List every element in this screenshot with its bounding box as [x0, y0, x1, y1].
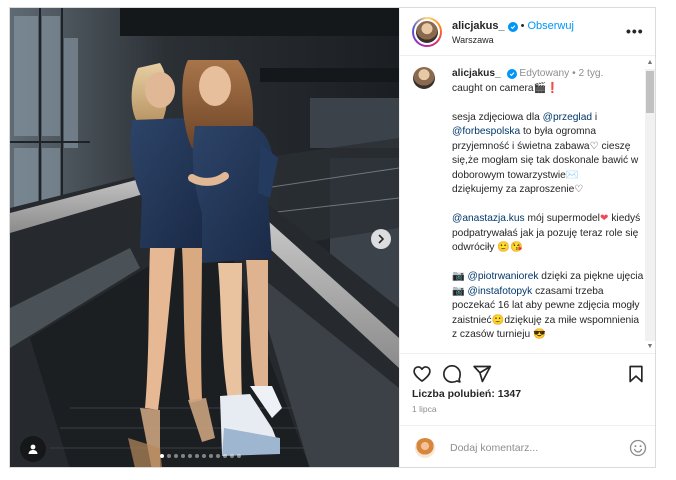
scrollbar-thumb[interactable]	[646, 71, 654, 113]
scroll-down-arrow[interactable]: ▼	[644, 341, 655, 353]
comment-input[interactable]	[450, 438, 610, 458]
photo-scene	[10, 8, 399, 467]
sunglasses-emoji-icon: 😎	[532, 329, 546, 340]
carousel-dot	[216, 454, 220, 458]
meta-separator: •	[572, 68, 576, 79]
carousel-dot	[223, 454, 227, 458]
likes-count[interactable]: Liczba polubień: 1347	[412, 388, 521, 400]
caption-paragraph-1: sesja zdjęciowa dla @przeglad i @forbesp…	[452, 111, 639, 181]
add-comment-bar	[400, 425, 655, 467]
emoji-icon[interactable]	[629, 439, 647, 457]
carousel-dot	[202, 454, 206, 458]
caption-paragraph-4: 📷 @instafotopyk czasami trzeba poczekać …	[452, 285, 640, 341]
post-age[interactable]: 2 tyg.	[579, 68, 604, 79]
comments-area[interactable]: alicjakus_ Edytowany • 2 tyg. caught on …	[400, 57, 655, 354]
caption-paragraph-3: 📷 @piotrwaniorek dzięki za piękne ujęcia	[452, 271, 644, 282]
action-bar	[400, 355, 655, 391]
scroll-up-arrow[interactable]: ▲	[644, 57, 655, 69]
next-photo-button[interactable]	[371, 229, 391, 249]
post-header: alicjakus_ • Obserwuj Warszawa •••	[400, 8, 655, 56]
post-date[interactable]: 1 lipca	[412, 404, 437, 414]
chevron-right-icon	[378, 234, 384, 244]
share-icon[interactable]	[472, 364, 492, 384]
bookmark-icon[interactable]	[626, 364, 646, 384]
carousel-dot	[181, 454, 185, 458]
author-avatar[interactable]	[412, 17, 442, 47]
carousel-dot	[209, 454, 213, 458]
mention-piotrwaniorek[interactable]: @piotrwaniorek	[468, 271, 539, 282]
carousel-dot	[195, 454, 199, 458]
post-sidebar: alicjakus_ • Obserwuj Warszawa ••• alicjak…	[399, 8, 655, 467]
heart-emoji: ❤	[599, 213, 609, 224]
comment-icon[interactable]	[442, 364, 462, 384]
carousel-dot	[237, 454, 241, 458]
mention-forbespolska[interactable]: @forbespolska	[452, 126, 520, 137]
more-options-icon[interactable]: •••	[626, 24, 644, 38]
edited-label: Edytowany	[519, 68, 570, 79]
caption-username[interactable]: alicjakus_	[452, 68, 501, 79]
heart-icon[interactable]	[412, 364, 432, 384]
carousel-dot	[167, 454, 171, 458]
mention-przeglad[interactable]: @przeglad	[543, 112, 592, 123]
post-location[interactable]: Warszawa	[452, 35, 494, 45]
separator-dot: •	[520, 20, 525, 32]
mention-anastazja[interactable]: @anastazja.kus	[452, 213, 525, 224]
post-photo[interactable]	[10, 8, 399, 467]
envelope-icon: ✉️	[565, 169, 579, 181]
carousel-dot	[188, 454, 192, 458]
camera-emoji-icon: 📷	[452, 271, 465, 282]
clapperboard-icon: 🎬	[533, 82, 547, 94]
tags-button[interactable]	[20, 436, 46, 462]
follow-button[interactable]: Obserwuj	[527, 20, 573, 32]
mention-instafotopyk[interactable]: @instafotopyk	[468, 286, 533, 297]
author-username[interactable]: alicjakus_	[452, 20, 505, 32]
carousel-dot	[160, 454, 164, 458]
carousel-dot	[230, 454, 234, 458]
caption-thanks: dziękujemy za zaproszenie♡	[452, 184, 584, 195]
verified-badge-icon	[507, 22, 518, 32]
verified-badge-icon	[506, 69, 517, 79]
caption-line1: caught on camera🎬❗	[452, 82, 559, 94]
caption-paragraph-2: @anastazja.kus mój supermodel❤ kiedyś po…	[452, 213, 641, 253]
author-line: alicjakus_ • Obserwuj	[452, 20, 574, 32]
current-user-avatar	[415, 438, 435, 458]
caption-avatar[interactable]	[413, 67, 435, 89]
carousel-dot	[174, 454, 178, 458]
exclamation-icon: ❗	[546, 82, 559, 94]
camera-emoji-icon: 📷	[452, 285, 465, 297]
user-tag-icon	[28, 444, 38, 454]
carousel-indicator	[160, 454, 241, 458]
caption: alicjakus_ Edytowany • 2 tyg. caught on …	[452, 67, 644, 343]
post-modal: alicjakus_ • Obserwuj Warszawa ••• alicjak…	[9, 7, 656, 468]
